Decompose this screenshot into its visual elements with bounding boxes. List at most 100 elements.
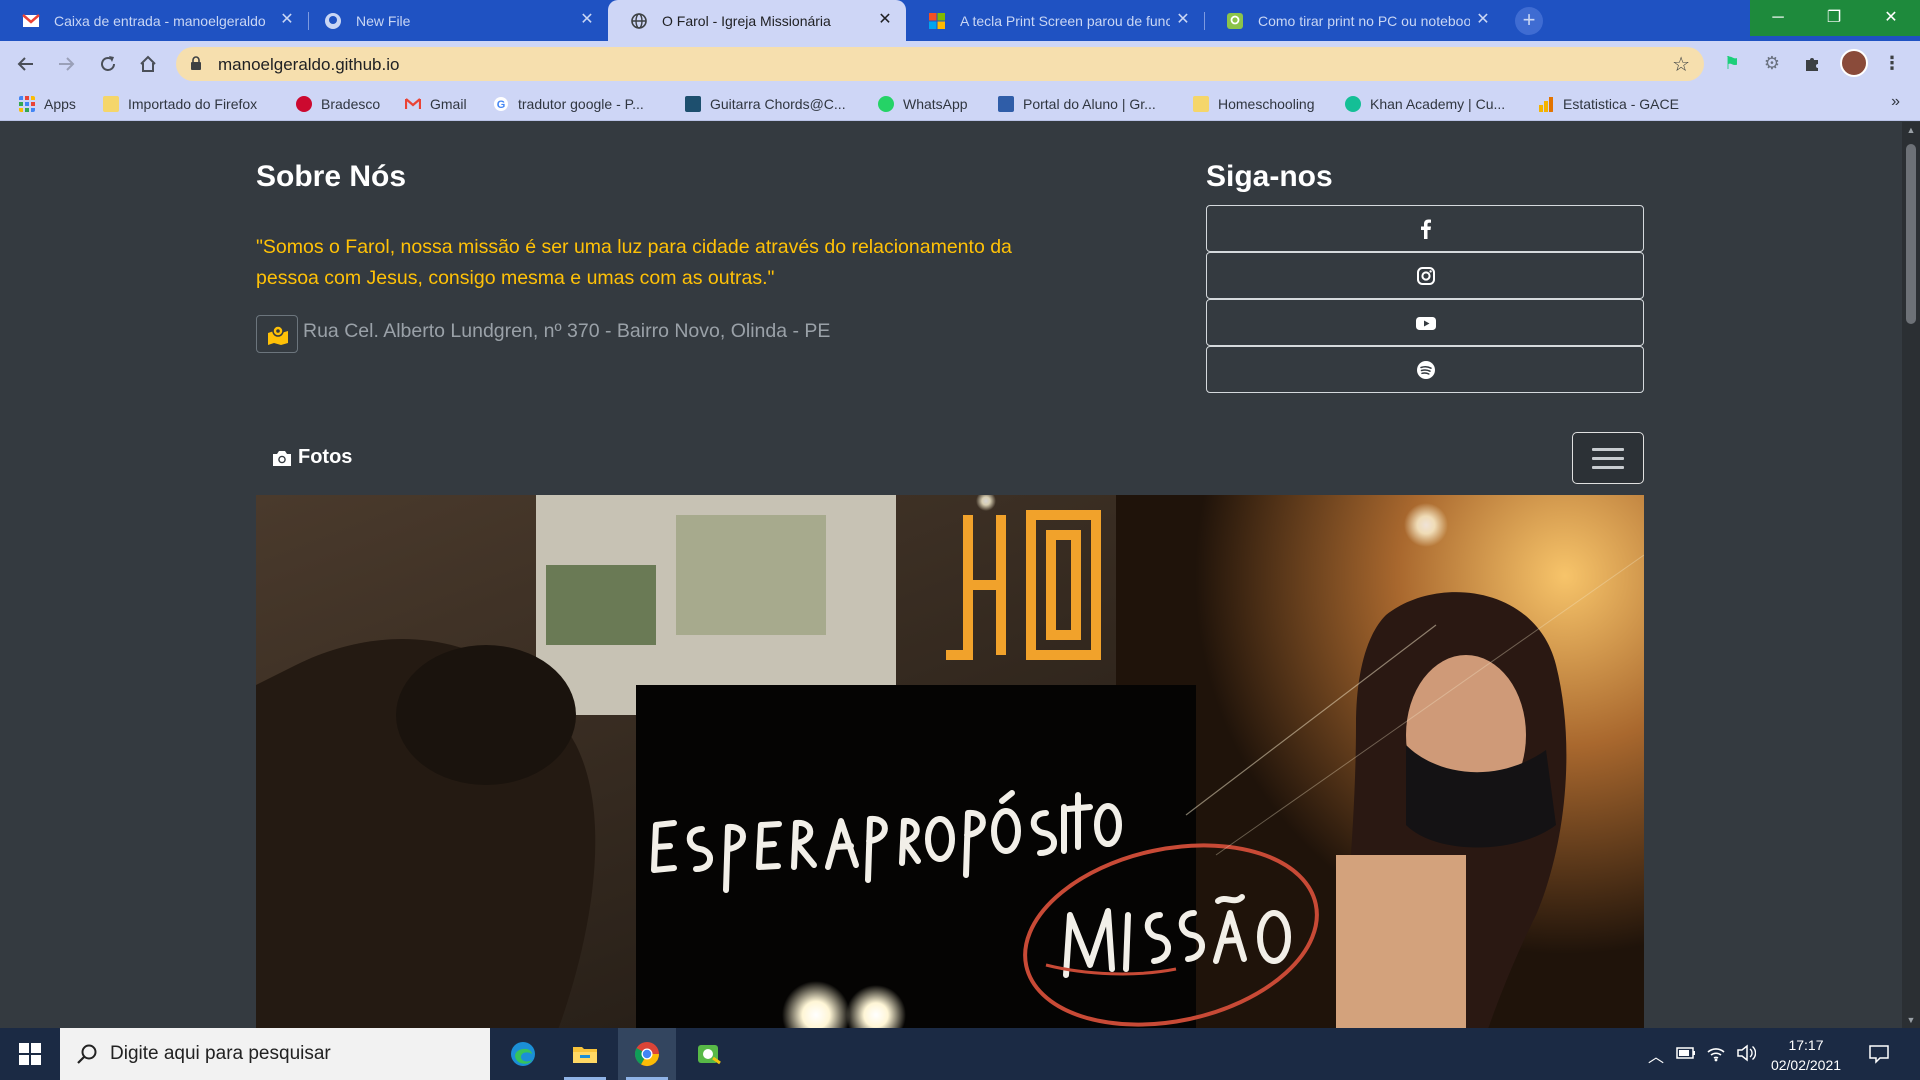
- whatsapp-icon: [878, 96, 894, 112]
- bookmark-homeschooling[interactable]: Homeschooling: [1193, 94, 1315, 114]
- photos-navbar: Fotos: [256, 432, 1644, 486]
- windows-logo-icon: [19, 1043, 41, 1065]
- instagram-link[interactable]: [1206, 252, 1644, 299]
- tab-title: Como tirar print no PC ou notebook: [1258, 13, 1470, 29]
- close-tab-icon[interactable]: ✕: [278, 10, 296, 30]
- new-tab-button[interactable]: +: [1515, 7, 1543, 35]
- page-viewport: Sobre Nós "Somos o Farol, nossa missão é…: [0, 122, 1902, 1028]
- bookmark-portal-aluno[interactable]: Portal do Aluno | Gr...: [998, 94, 1156, 114]
- windows-taskbar: Digite aqui para pesquisar ︿ 17:17 02/02…: [0, 1028, 1920, 1080]
- menu-kebab-icon[interactable]: ⋮: [1880, 51, 1904, 75]
- tab-github[interactable]: New File ✕: [302, 0, 608, 41]
- taskbar-greenshot[interactable]: [680, 1028, 738, 1080]
- follow-heading: Siga-nos: [1206, 160, 1333, 193]
- bookmark-label: WhatsApp: [903, 96, 968, 112]
- tab-title: O Farol - Igreja Missionária: [662, 13, 831, 29]
- bookmark-label: Estatistica - GACE: [1563, 96, 1679, 112]
- system-clock[interactable]: 17:17 02/02/2021: [1760, 1035, 1852, 1075]
- extension-flag-icon[interactable]: ⚑: [1720, 51, 1744, 75]
- wifi-icon[interactable]: [1706, 1044, 1726, 1062]
- photos-brand-label: Fotos: [298, 446, 353, 468]
- extension-gear-icon[interactable]: ⚙: [1760, 51, 1784, 75]
- volume-icon[interactable]: [1736, 1044, 1756, 1062]
- taskbar-chrome[interactable]: [618, 1028, 676, 1080]
- close-tab-icon[interactable]: ✕: [876, 10, 894, 30]
- facebook-link[interactable]: [1206, 205, 1644, 252]
- notifications-icon[interactable]: [1868, 1044, 1890, 1064]
- forward-button[interactable]: [52, 50, 80, 78]
- bookmark-label: Gmail: [430, 96, 467, 112]
- bookmark-star-icon[interactable]: ☆: [1672, 52, 1690, 77]
- youtube-icon: [1416, 317, 1436, 330]
- tab-gmail[interactable]: Caixa de entrada - manoelgeraldo ✕: [0, 0, 308, 41]
- tab-title: Caixa de entrada - manoelgeraldo: [54, 13, 266, 29]
- close-tab-icon[interactable]: ✕: [1474, 10, 1492, 30]
- bookmark-bradesco[interactable]: Bradesco: [296, 94, 380, 114]
- extensions-puzzle-icon[interactable]: [1800, 51, 1824, 75]
- bookmark-gmail[interactable]: Gmail: [405, 94, 467, 114]
- tray-chevron-up-icon[interactable]: ︿: [1648, 1043, 1664, 1067]
- start-button[interactable]: [0, 1028, 60, 1080]
- chords-icon: [685, 96, 701, 112]
- page-scrollbar[interactable]: ▲ ▼: [1902, 122, 1920, 1028]
- home-button[interactable]: [134, 50, 162, 78]
- tab-o-farol[interactable]: O Farol - Igreja Missionária ✕: [608, 0, 906, 41]
- youtube-link[interactable]: [1206, 299, 1644, 346]
- bookmark-tradutor[interactable]: G tradutor google - P...: [493, 94, 644, 114]
- microsoft-icon: [929, 13, 945, 29]
- bookmark-label: Importado do Firefox: [128, 96, 258, 112]
- bookmark-apps[interactable]: Apps: [19, 94, 76, 114]
- back-button[interactable]: [12, 50, 40, 78]
- battery-icon[interactable]: [1676, 1046, 1696, 1060]
- url-text: manoelgeraldo.github.io: [218, 55, 400, 74]
- close-window-button[interactable]: ✕: [1862, 0, 1920, 36]
- clock-date: 02/02/2021: [1770, 1057, 1842, 1073]
- scroll-up-arrow-icon[interactable]: ▲: [1902, 122, 1920, 138]
- hamburger-icon: [1592, 457, 1624, 460]
- bookmark-khan-academy[interactable]: Khan Academy | Cu...: [1345, 94, 1505, 114]
- camera-icon: [273, 450, 291, 466]
- tab-title: New File: [356, 13, 411, 29]
- scroll-down-arrow-icon[interactable]: ▼: [1902, 1012, 1920, 1028]
- close-tab-icon[interactable]: ✕: [1174, 10, 1192, 30]
- instagram-icon: [1417, 267, 1435, 285]
- reload-button[interactable]: [94, 50, 122, 78]
- greenshot-icon: [698, 1045, 721, 1065]
- map-marker-icon: [256, 315, 298, 353]
- mission-statement: "Somos o Farol, nossa missão é ser uma l…: [256, 236, 1012, 289]
- bookmark-whatsapp[interactable]: WhatsApp: [878, 94, 968, 114]
- minimize-button[interactable]: ─: [1750, 0, 1806, 36]
- taskbar-file-explorer[interactable]: [556, 1028, 614, 1080]
- spotify-link[interactable]: [1206, 346, 1644, 393]
- restore-button[interactable]: ❐: [1806, 0, 1862, 36]
- taskbar-search[interactable]: Digite aqui para pesquisar: [60, 1028, 490, 1080]
- gmail-icon: [22, 14, 40, 27]
- bookmark-guitarra[interactable]: Guitarra Chords@C...: [685, 94, 846, 114]
- apps-grid-icon: [19, 96, 35, 112]
- back-arrow-icon: [17, 57, 33, 71]
- photos-brand-link[interactable]: Fotos: [272, 446, 352, 469]
- globe-icon: [631, 13, 647, 29]
- google-icon: G: [494, 97, 508, 111]
- taskbar-edge[interactable]: [494, 1028, 552, 1080]
- bookmark-label: Guitarra Chords@C...: [710, 96, 846, 112]
- reload-icon: [101, 56, 115, 71]
- tab-como-tirar-print[interactable]: Como tirar print no PC ou notebook ✕: [1204, 0, 1504, 41]
- hamburger-icon: [1592, 448, 1624, 451]
- chart-icon: [1539, 97, 1553, 112]
- tab-print-screen[interactable]: A tecla Print Screen parou de funcionar …: [906, 0, 1204, 41]
- bookmark-estatistica[interactable]: Estatistica - GACE: [1538, 94, 1679, 114]
- gmail-icon: [405, 98, 421, 109]
- profile-avatar[interactable]: [1840, 49, 1868, 77]
- navbar-toggler-button[interactable]: [1572, 432, 1644, 484]
- close-tab-icon[interactable]: ✕: [578, 10, 596, 30]
- scrollbar-thumb[interactable]: [1906, 144, 1916, 324]
- folder-icon: [1193, 96, 1209, 112]
- bookmarks-overflow-button[interactable]: »: [1891, 93, 1900, 111]
- portal-icon: [998, 96, 1014, 112]
- church-banner-image: [256, 495, 1644, 1028]
- forward-arrow-icon: [59, 57, 75, 71]
- address-bar[interactable]: manoelgeraldo.github.io ☆: [176, 47, 1704, 81]
- bookmark-importado-firefox[interactable]: Importado do Firefox: [103, 94, 257, 114]
- tab-title: A tecla Print Screen parou de funcionar: [960, 13, 1170, 29]
